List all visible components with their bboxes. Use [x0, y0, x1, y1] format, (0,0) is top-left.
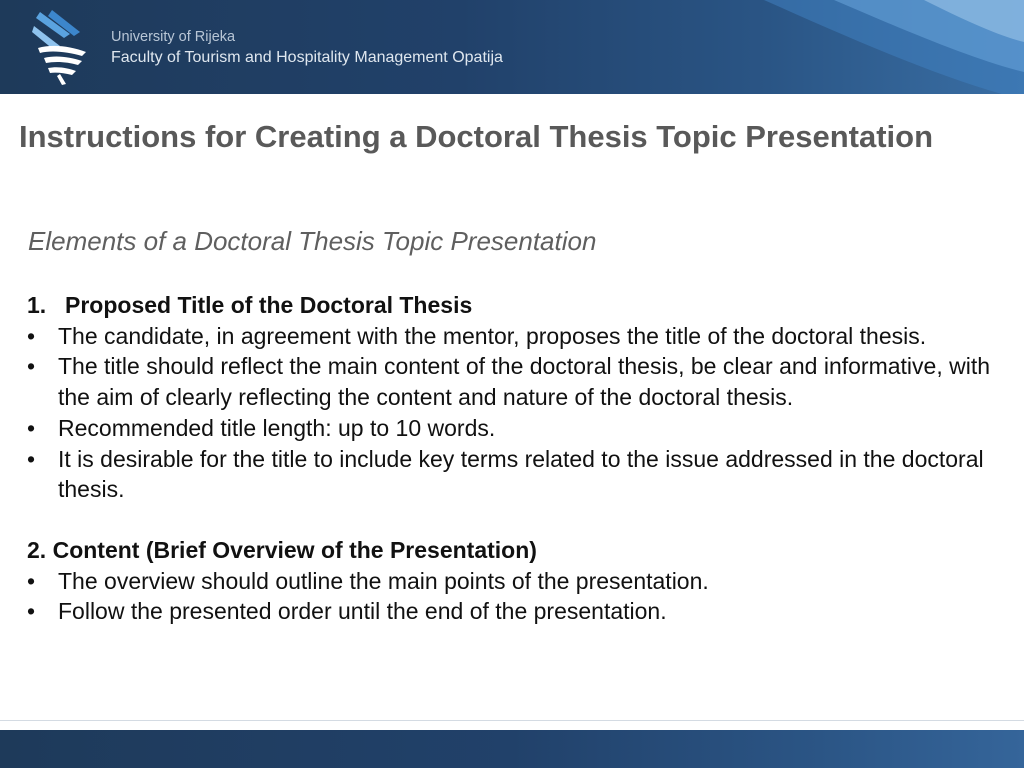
list-item: • The overview should outline the main po…: [27, 566, 1002, 597]
bullet-icon: •: [27, 445, 36, 472]
slide-title: Instructions for Creating a Doctoral The…: [18, 119, 934, 154]
footer-band: [0, 730, 1024, 768]
footer-divider: [0, 720, 1024, 721]
list-item-text: It is desirable for the title to include…: [58, 445, 984, 503]
list-item-text: Follow the presented order until the end…: [58, 598, 667, 625]
list-item: • It is desirable for the title to includ…: [27, 444, 1002, 505]
university-name: University of Rijeka: [111, 29, 236, 45]
section-heading: 1. Proposed Title of the Doctoral Thesis: [27, 290, 1002, 321]
section-number: 2.: [27, 536, 47, 563]
bullet-icon: •: [27, 567, 36, 594]
faculty-name: Faculty of Tourism and Hospitality Manag…: [111, 49, 503, 66]
header-swoosh-decoration: [764, 0, 1024, 94]
section-heading-text: Proposed Title of the Doctoral Thesis: [65, 292, 473, 318]
header-band: University of Rijeka Faculty of Tourism …: [0, 0, 1024, 94]
bullet-icon: •: [27, 414, 36, 441]
list-item: • Follow the presented order until the en…: [27, 596, 1002, 627]
section-heading: 2. Content (Brief Overview of the Presen…: [27, 535, 1002, 566]
list-item-text: Recommended title length: up to 10 words…: [58, 414, 496, 441]
list-item: • Recommended title length: up to 10 word…: [27, 413, 1002, 444]
faculty-logo-icon: [32, 10, 86, 85]
slide-body: 1. Proposed Title of the Doctoral Thesis …: [27, 290, 1002, 627]
section-number: 1.: [27, 292, 47, 318]
list-item-text: The title should reflect the main conten…: [58, 353, 990, 411]
bullet-icon: •: [27, 353, 36, 380]
section-heading-text: Content (Brief Overview of the Presentat…: [52, 536, 537, 563]
bullet-icon: •: [27, 598, 36, 625]
list-item-text: The candidate, in agreement with the men…: [58, 322, 927, 349]
list-item: • The title should reflect the main conte…: [27, 351, 1002, 412]
list-item: • The candidate, in agreement with the me…: [27, 321, 1002, 352]
bullet-icon: •: [27, 322, 36, 349]
slide-subtitle: Elements of a Doctoral Thesis Topic Pres…: [28, 226, 597, 256]
list-item-text: The overview should outline the main poi…: [58, 567, 709, 594]
